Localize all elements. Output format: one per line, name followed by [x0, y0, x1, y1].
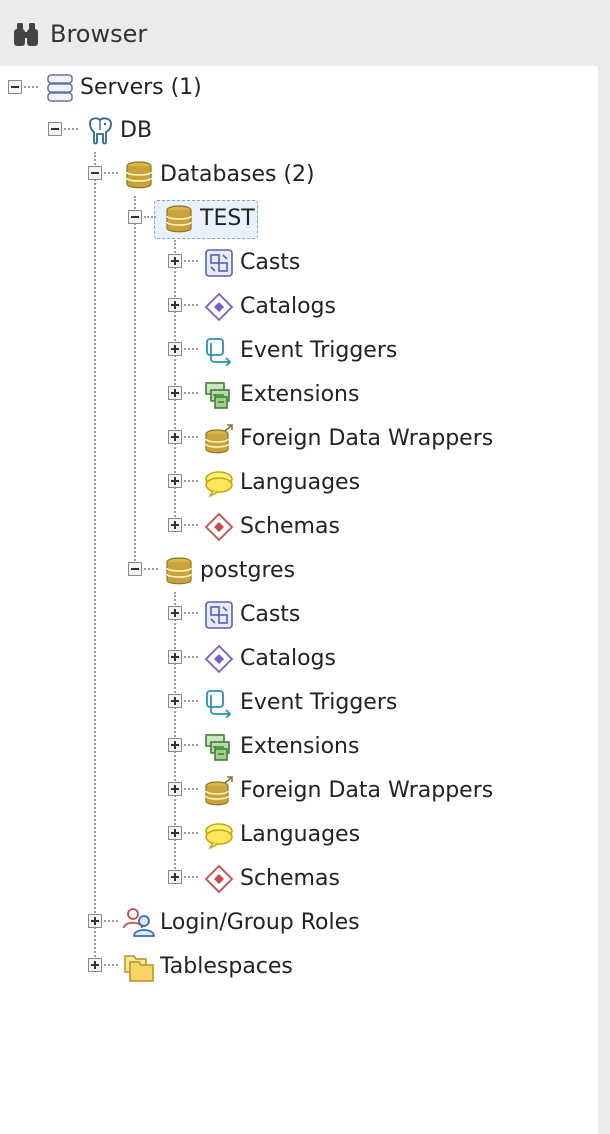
tree-node-label: Casts: [240, 250, 301, 275]
tree-node-label: Casts: [240, 602, 301, 627]
collapse-toggle[interactable]: [128, 210, 142, 224]
expand-toggle[interactable]: [168, 518, 182, 532]
tree-connector: [184, 656, 198, 658]
languages-icon: [204, 820, 234, 850]
expand-toggle[interactable]: [168, 298, 182, 312]
expand-toggle[interactable]: [168, 650, 182, 664]
expand-toggle[interactable]: [168, 738, 182, 752]
tree-node-label: Schemas: [240, 514, 340, 539]
catalogs-icon: [204, 292, 234, 322]
schemas-icon: [204, 864, 234, 894]
tree-node-label: Extensions: [240, 382, 360, 407]
tree-node-label: DB: [120, 118, 153, 143]
tree-node-label: postgres: [200, 558, 296, 583]
tree-node-label: Schemas: [240, 866, 340, 891]
database-icon: [164, 204, 194, 234]
collapse-toggle[interactable]: [128, 562, 142, 576]
tree-connector: [104, 172, 118, 174]
collapse-toggle[interactable]: [88, 166, 102, 180]
extensions-icon: [204, 732, 234, 762]
tree-node-label: Foreign Data Wrappers: [240, 778, 494, 803]
tree-node-label: Databases (2): [160, 162, 315, 187]
expand-toggle[interactable]: [168, 342, 182, 356]
tree-connector: [144, 216, 156, 218]
tree-node-label: Languages: [240, 822, 361, 847]
extensions-icon: [204, 380, 234, 410]
expand-toggle[interactable]: [168, 430, 182, 444]
expand-toggle[interactable]: [168, 606, 182, 620]
tree-connector: [104, 920, 118, 922]
expand-toggle[interactable]: [168, 254, 182, 268]
tree-node-label: Catalogs: [240, 646, 336, 671]
tree-connector: [184, 480, 198, 482]
tree-node-label: Login/Group Roles: [160, 910, 360, 935]
casts-icon: [204, 600, 234, 630]
expand-toggle[interactable]: [168, 386, 182, 400]
tree-connector: [184, 744, 198, 746]
tree-connector: [64, 128, 78, 130]
casts-icon: [204, 248, 234, 278]
event-triggers-icon: [204, 688, 234, 718]
tree-node-label: Extensions: [240, 734, 360, 759]
tree-connector: [184, 876, 198, 878]
tree-connector: [184, 392, 198, 394]
tree-connector: [184, 260, 198, 262]
tree-connector: [184, 304, 198, 306]
database-icon: [164, 556, 194, 586]
collapse-toggle[interactable]: [48, 122, 62, 136]
tree-connector: [184, 524, 198, 526]
expand-toggle[interactable]: [88, 914, 102, 928]
tree-guide-line: [94, 152, 96, 972]
tree-node-label: Languages: [240, 470, 361, 495]
expand-toggle[interactable]: [168, 870, 182, 884]
expand-toggle[interactable]: [168, 694, 182, 708]
databases-icon: [124, 160, 154, 190]
tree-node-label: Servers (1): [80, 75, 202, 100]
expand-toggle[interactable]: [168, 474, 182, 488]
login-group-roles-icon: [122, 906, 155, 937]
tree-node-label: Foreign Data Wrappers: [240, 426, 494, 451]
tree-connector: [184, 348, 198, 350]
binoculars-icon: [12, 22, 40, 52]
tree-node-label: Event Triggers: [240, 690, 398, 715]
servers-icon: [45, 73, 75, 103]
tree-connector: [24, 86, 38, 88]
foreign-data-wrappers-icon: [204, 424, 234, 454]
panel-scrollbar[interactable]: [598, 0, 610, 1134]
tablespaces-icon: [124, 952, 154, 982]
expand-toggle[interactable]: [168, 826, 182, 840]
tree-connector: [184, 832, 198, 834]
expand-toggle[interactable]: [88, 958, 102, 972]
tree-connector: [104, 964, 118, 966]
tree-connector: [184, 788, 198, 790]
tree-connector: [184, 700, 198, 702]
postgres-elephant-icon: [84, 115, 114, 145]
tree-connector: [184, 436, 198, 438]
tree-node-label: Catalogs: [240, 294, 336, 319]
tree-node-label: Event Triggers: [240, 338, 398, 363]
panel-title: Browser: [50, 20, 148, 48]
catalogs-icon: [204, 644, 234, 674]
schemas-icon: [204, 512, 234, 542]
event-triggers-icon: [204, 336, 234, 366]
expand-toggle[interactable]: [168, 782, 182, 796]
tree-guide-line: [134, 196, 136, 576]
tree-connector: [184, 612, 198, 614]
foreign-data-wrappers-icon: [204, 776, 234, 806]
browser-panel-header: Browser: [0, 0, 598, 66]
tree-node-label: Tablespaces: [160, 954, 293, 979]
collapse-toggle[interactable]: [8, 80, 22, 94]
languages-icon: [204, 468, 234, 498]
tree-node-label: TEST: [200, 206, 255, 231]
tree-connector: [144, 568, 158, 570]
